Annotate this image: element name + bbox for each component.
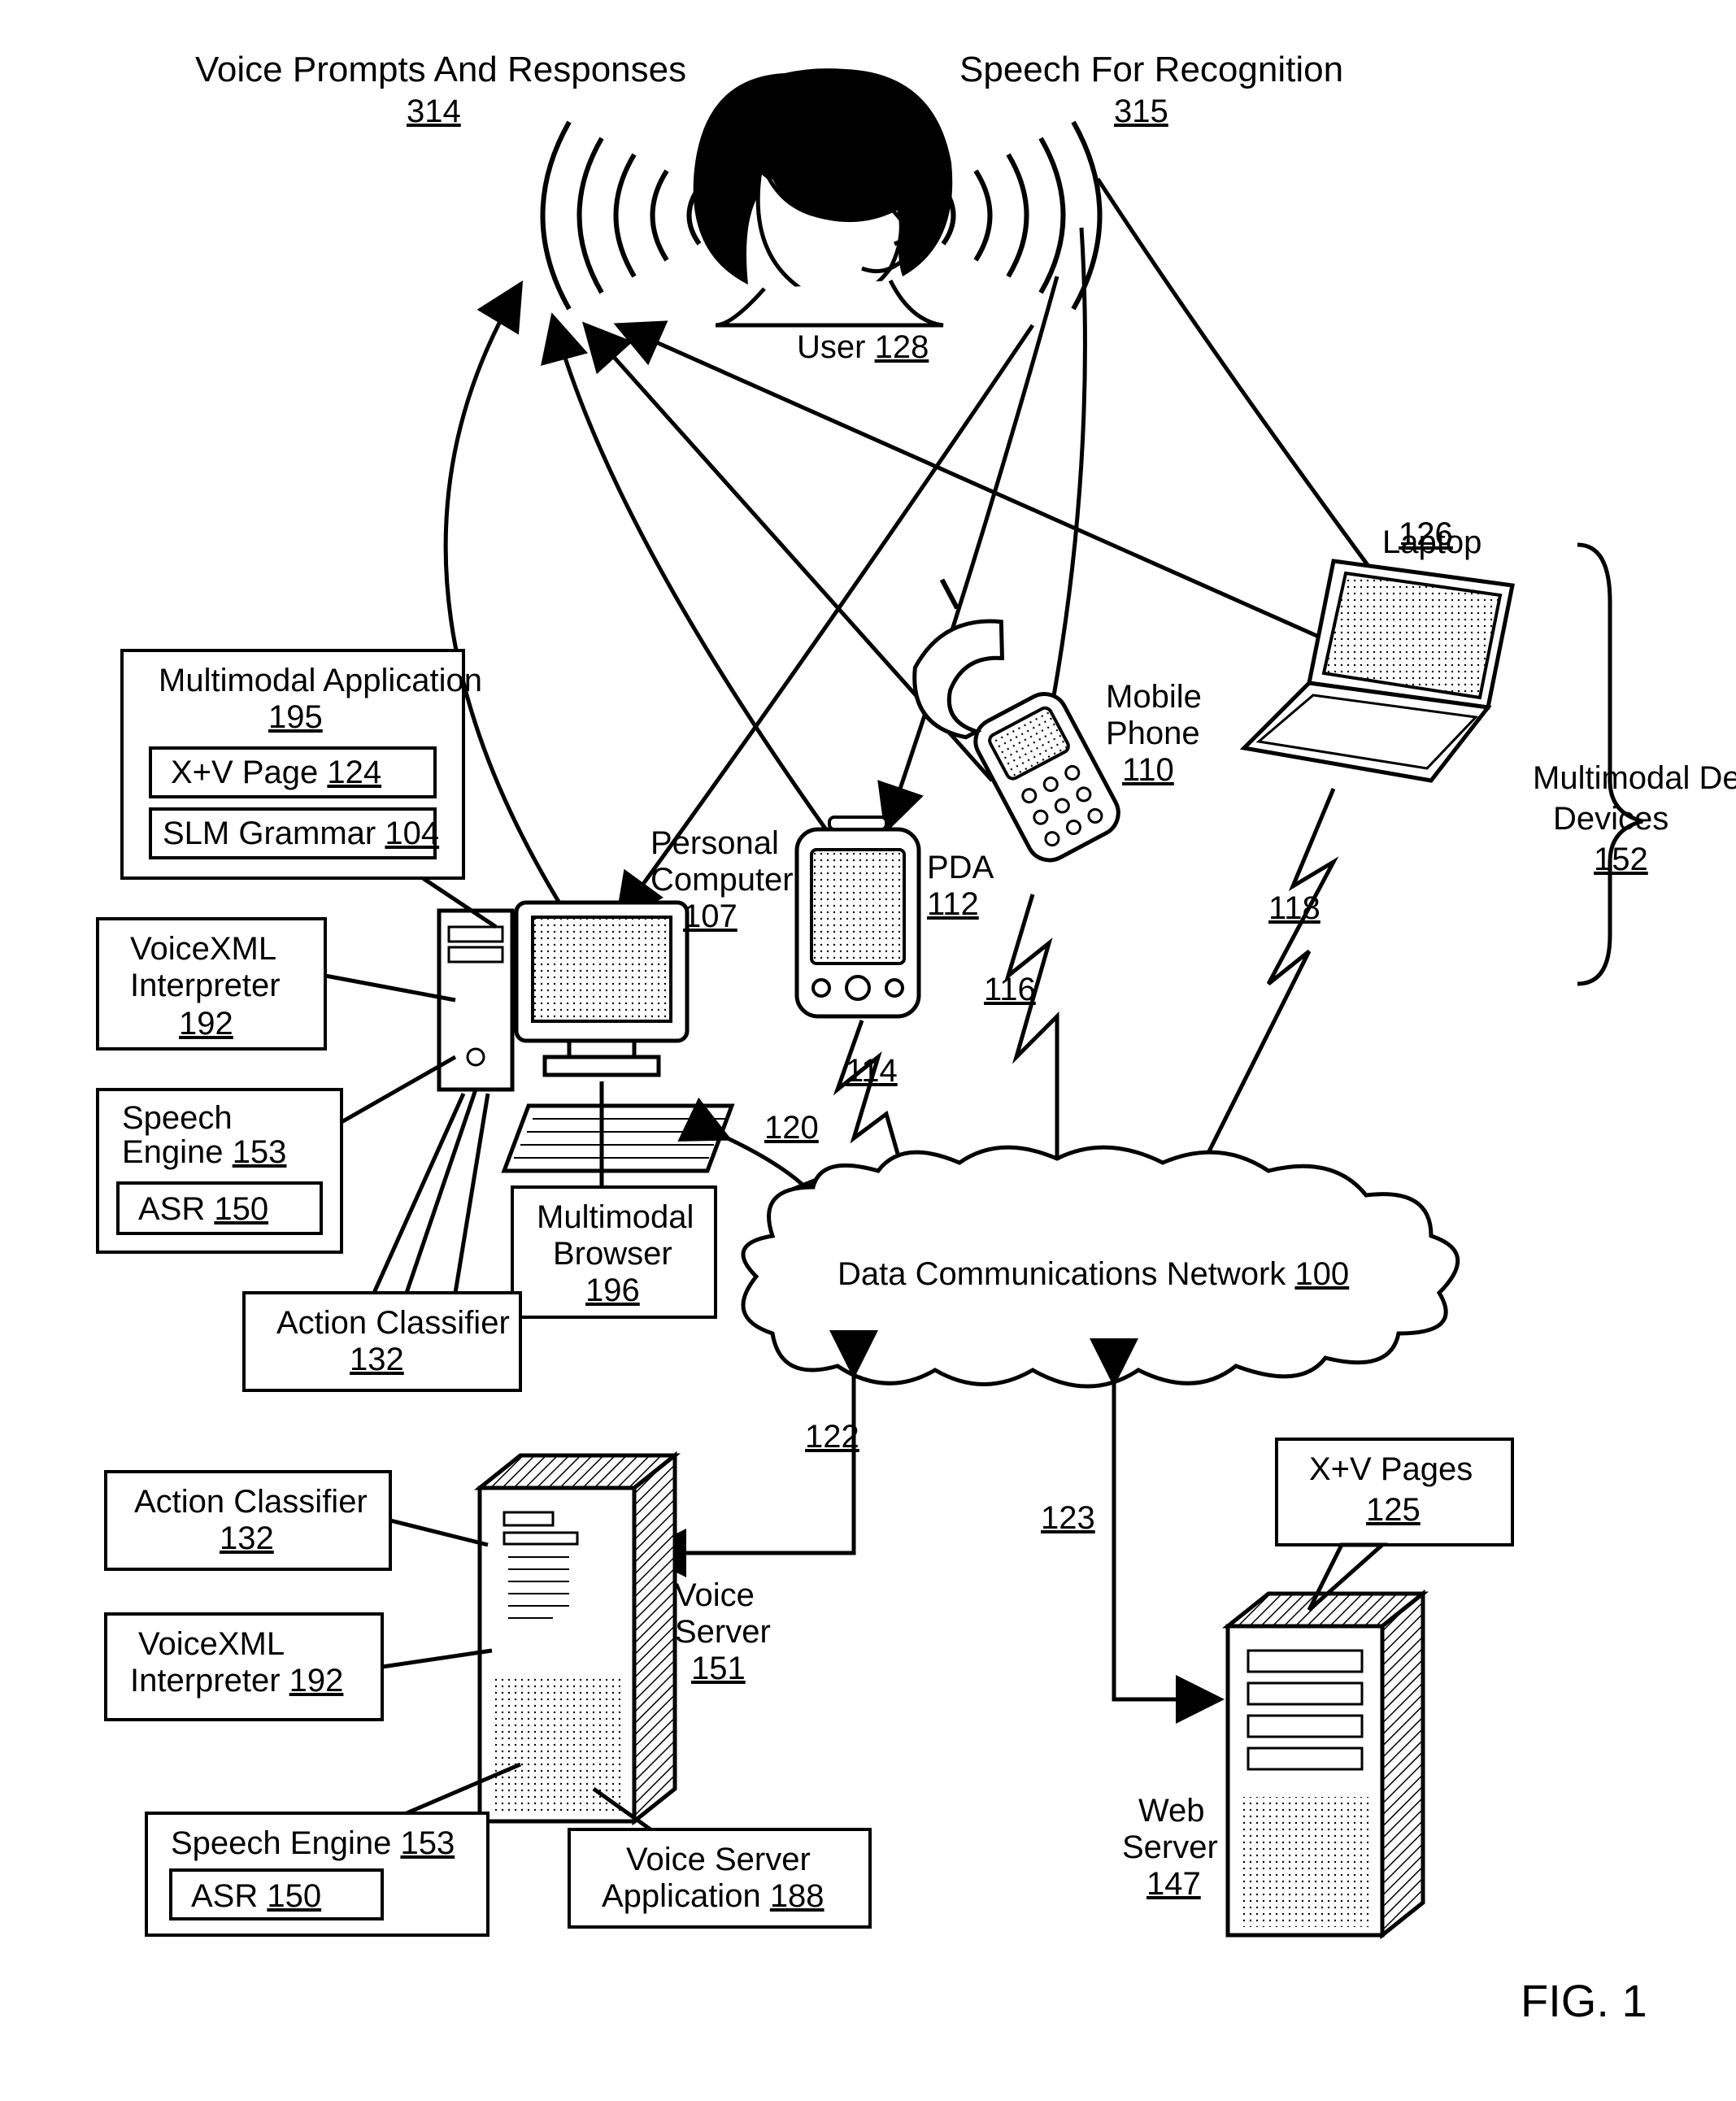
svg-text:ASR 150: ASR 150 (138, 1191, 268, 1227)
cloud-left-link-ref: 122 (805, 1419, 859, 1455)
recog-label: Speech For Recognition (959, 50, 1343, 89)
prompts-ref: 314 (407, 94, 461, 129)
vxml-int-label1: VoiceXML (130, 931, 276, 967)
voice-server-label1: Voice (675, 1577, 755, 1613)
devices-group-label: Multimodal Devices (1533, 760, 1736, 796)
mobile-label1: Mobile (1106, 679, 1202, 715)
svg-text:Speech Engine 153: Speech Engine 153 (171, 1825, 455, 1861)
web-server-label1: Web (1138, 1793, 1205, 1829)
multibrowser-ref: 196 (585, 1272, 640, 1308)
sound-waves-left-icon (543, 122, 700, 309)
user-label: User 128 (797, 329, 929, 365)
mobile-link-ref: 116 (984, 972, 1036, 1007)
vs-app-label2: Application 188 (602, 1878, 824, 1914)
devices-group-label2: Devices (1553, 801, 1669, 837)
web-server-icon (1228, 1594, 1423, 1935)
voice-server-label2: Server (675, 1614, 771, 1650)
mobile-link-icon (1008, 894, 1057, 1171)
speech-engine-box: Speech Engine 153 ASR 150 (98, 1090, 342, 1252)
pc-label2: Computer (650, 862, 794, 898)
multimodal-application-box: Multimodal Application 195 X+V Page 124 … (122, 650, 482, 878)
user-icon (694, 68, 953, 325)
arrow-laptop-to-prompts (618, 325, 1350, 650)
action-classifier-label-upper: Action Classifier (276, 1305, 510, 1341)
devices-group-ref: 152 (1594, 842, 1648, 877)
pc-ref: 107 (683, 898, 737, 934)
laptop-link-ref: 118 (1268, 890, 1320, 926)
svg-text:Speech: Speech (122, 1100, 233, 1136)
sound-waves-right-icon (943, 122, 1100, 309)
vs-vxml-label2: Interpreter 192 (130, 1663, 343, 1699)
network-label: Data Communications Network 100 (838, 1256, 1349, 1292)
xv-pages-label: X+V Pages (1309, 1451, 1473, 1487)
pc-label1: Personal (650, 825, 779, 861)
vxml-int-ref: 192 (179, 1006, 233, 1042)
laptop-ref2: 126 (1399, 516, 1453, 552)
multibrowser-label1: Multimodal (537, 1199, 694, 1235)
web-server-ref: 147 (1146, 1866, 1201, 1902)
svg-text:X+V Page 124: X+V Page 124 (171, 755, 381, 790)
arrow-pda-to-prompts (553, 317, 838, 846)
vs-speech-engine-box: Speech Engine 153 ASR 150 (146, 1813, 488, 1935)
cloud-right-link-ref: 123 (1041, 1500, 1095, 1536)
vxml-int-label2: Interpreter (130, 968, 281, 1003)
pc-link-ref: 120 (764, 1110, 819, 1146)
cloud-to-webserver-arrow (1114, 1382, 1220, 1699)
svg-text:ASR 150: ASR 150 (191, 1878, 321, 1914)
mobile-ref: 110 (1122, 752, 1174, 788)
voice-server-ref: 151 (691, 1651, 746, 1686)
vs-app-label1: Voice Server (626, 1842, 811, 1877)
xv-pages-ref: 125 (1366, 1492, 1421, 1528)
svg-text:195: 195 (268, 699, 323, 735)
svg-text:Multimodal Application: Multimodal Application (159, 663, 482, 698)
multibrowser-label2: Browser (553, 1236, 672, 1272)
prompts-label: Voice Prompts And Responses (195, 50, 686, 89)
vs-ac-ref: 132 (220, 1520, 274, 1556)
svg-text:SLM Grammar 104: SLM Grammar 104 (163, 816, 439, 851)
pda-label: PDA (927, 850, 994, 885)
figure-label: FIG. 1 (1521, 1975, 1647, 2026)
vs-ac-label: Action Classifier (134, 1484, 368, 1520)
laptop-icon (1244, 561, 1512, 781)
action-classifier-ref-upper: 132 (350, 1342, 404, 1377)
web-server-label2: Server (1122, 1829, 1218, 1865)
svg-text:Engine 153: Engine 153 (122, 1134, 286, 1170)
pda-ref: 112 (927, 886, 979, 922)
voice-server-icon (480, 1455, 675, 1821)
arrow-recog-to-laptop (1098, 179, 1407, 618)
pda-link-ref: 114 (846, 1053, 898, 1089)
vs-vxml-label1: VoiceXML (138, 1626, 285, 1662)
mobile-label2: Phone (1106, 716, 1200, 751)
laptop-link-icon (1195, 789, 1334, 1179)
pda-icon (797, 817, 919, 1016)
recog-ref: 315 (1114, 94, 1168, 129)
pda-link-icon (838, 1020, 903, 1171)
